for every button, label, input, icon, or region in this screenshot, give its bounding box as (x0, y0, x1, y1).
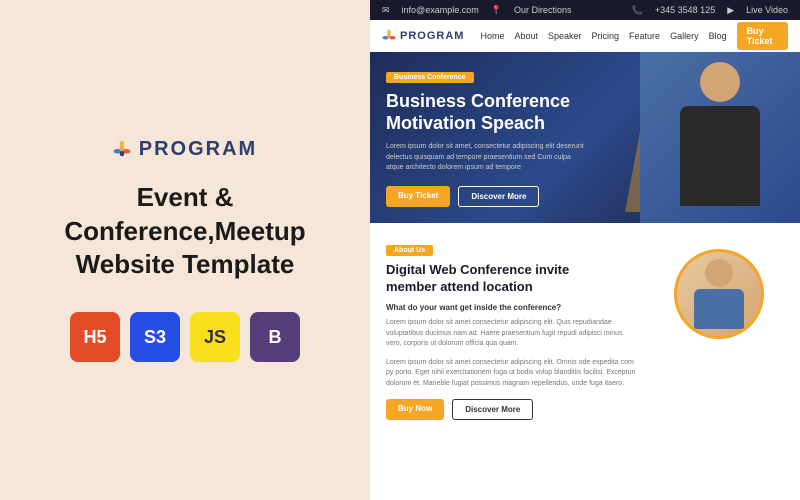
person-body (680, 106, 760, 206)
nav-link-about[interactable]: About (514, 31, 538, 41)
hero-title: Business Conference Motivation Speach (386, 91, 586, 134)
about-discover-button[interactable]: Discover More (452, 399, 533, 420)
left-logo-text: PROGRAM (139, 138, 257, 161)
person-head (700, 62, 740, 102)
email-icon: ✉ (382, 5, 390, 16)
nav-links: Home About Speaker Pricing Feature Galle… (480, 22, 788, 50)
hero-section: Business Conference Business Conference … (370, 52, 800, 223)
hero-desc: Lorem ipsum dolor sit amet, consectetur … (386, 142, 586, 174)
nav-logo-icon (382, 29, 396, 43)
html-badge: H5 (70, 312, 120, 362)
nav-logo: PROGRAM (382, 29, 464, 43)
about-section: About Us Digital Web Conference invite m… (370, 223, 800, 500)
about-desc1: Lorem ipsum dolor sit amet consectetur a… (386, 318, 638, 350)
logo-row: PROGRAM (113, 138, 257, 161)
avatar-circle (674, 249, 764, 339)
top-bar-right: 📞 +345 3548 125 ▶ Live Video (632, 5, 788, 16)
hero-person-image (640, 52, 800, 223)
nav-link-pricing[interactable]: Pricing (592, 31, 620, 41)
nav-logo-text: PROGRAM (400, 30, 464, 42)
about-buy-button[interactable]: Buy Now (386, 399, 444, 420)
right-panel: ✉ info@example.com 📍 Our Directions 📞 +3… (370, 0, 800, 500)
avatar-head (705, 259, 733, 287)
tech-badges: H5 S3 JS B (70, 312, 300, 362)
topbar-phone: +345 3548 125 (655, 5, 715, 15)
nav-cta-button[interactable]: Buy Ticket (737, 22, 788, 50)
about-desc2: Lorem ipsum dolor sit amet consectetur a… (386, 358, 638, 390)
hero-buy-button[interactable]: Buy Ticket (386, 186, 450, 207)
css-badge: S3 (130, 312, 180, 362)
bootstrap-badge: B (250, 312, 300, 362)
topbar-email: info@example.com (402, 5, 479, 15)
top-bar-left: ✉ info@example.com 📍 Our Directions (382, 5, 571, 16)
left-panel: PROGRAM Event & Conference,Meetup Websit… (0, 0, 370, 500)
about-content: About Us Digital Web Conference invite m… (386, 239, 638, 484)
nav-link-blog[interactable]: Blog (709, 31, 727, 41)
about-subtitle: What do your want get inside the confere… (386, 303, 638, 312)
nav-link-feature[interactable]: Feature (629, 31, 660, 41)
avatar-person (684, 259, 754, 329)
main-title: Event & Conference,Meetup Website Templa… (40, 181, 330, 282)
topbar-location: Our Directions (514, 5, 572, 15)
location-icon: 📍 (491, 5, 502, 16)
fleur-icon (113, 140, 131, 158)
live-icon: ▶ (727, 5, 734, 16)
about-title: Digital Web Conference invite member att… (386, 262, 586, 296)
hero-person-bg (640, 52, 800, 223)
nav-link-gallery[interactable]: Gallery (670, 31, 699, 41)
person-silhouette (670, 62, 770, 212)
navbar: PROGRAM Home About Speaker Pricing Featu… (370, 20, 800, 52)
nav-link-speaker[interactable]: Speaker (548, 31, 582, 41)
avatar-body (694, 289, 744, 329)
phone-icon: 📞 (632, 5, 643, 16)
about-right (654, 239, 784, 484)
top-bar: ✉ info@example.com 📍 Our Directions 📞 +3… (370, 0, 800, 20)
nav-link-home[interactable]: Home (480, 31, 504, 41)
about-badge: About Us (386, 245, 433, 256)
topbar-live: Live Video (746, 5, 788, 15)
hero-badge: Business Conference (386, 72, 474, 83)
about-buttons: Buy Now Discover More (386, 399, 638, 420)
hero-discover-button[interactable]: Discover More (458, 186, 539, 207)
js-badge: JS (190, 312, 240, 362)
